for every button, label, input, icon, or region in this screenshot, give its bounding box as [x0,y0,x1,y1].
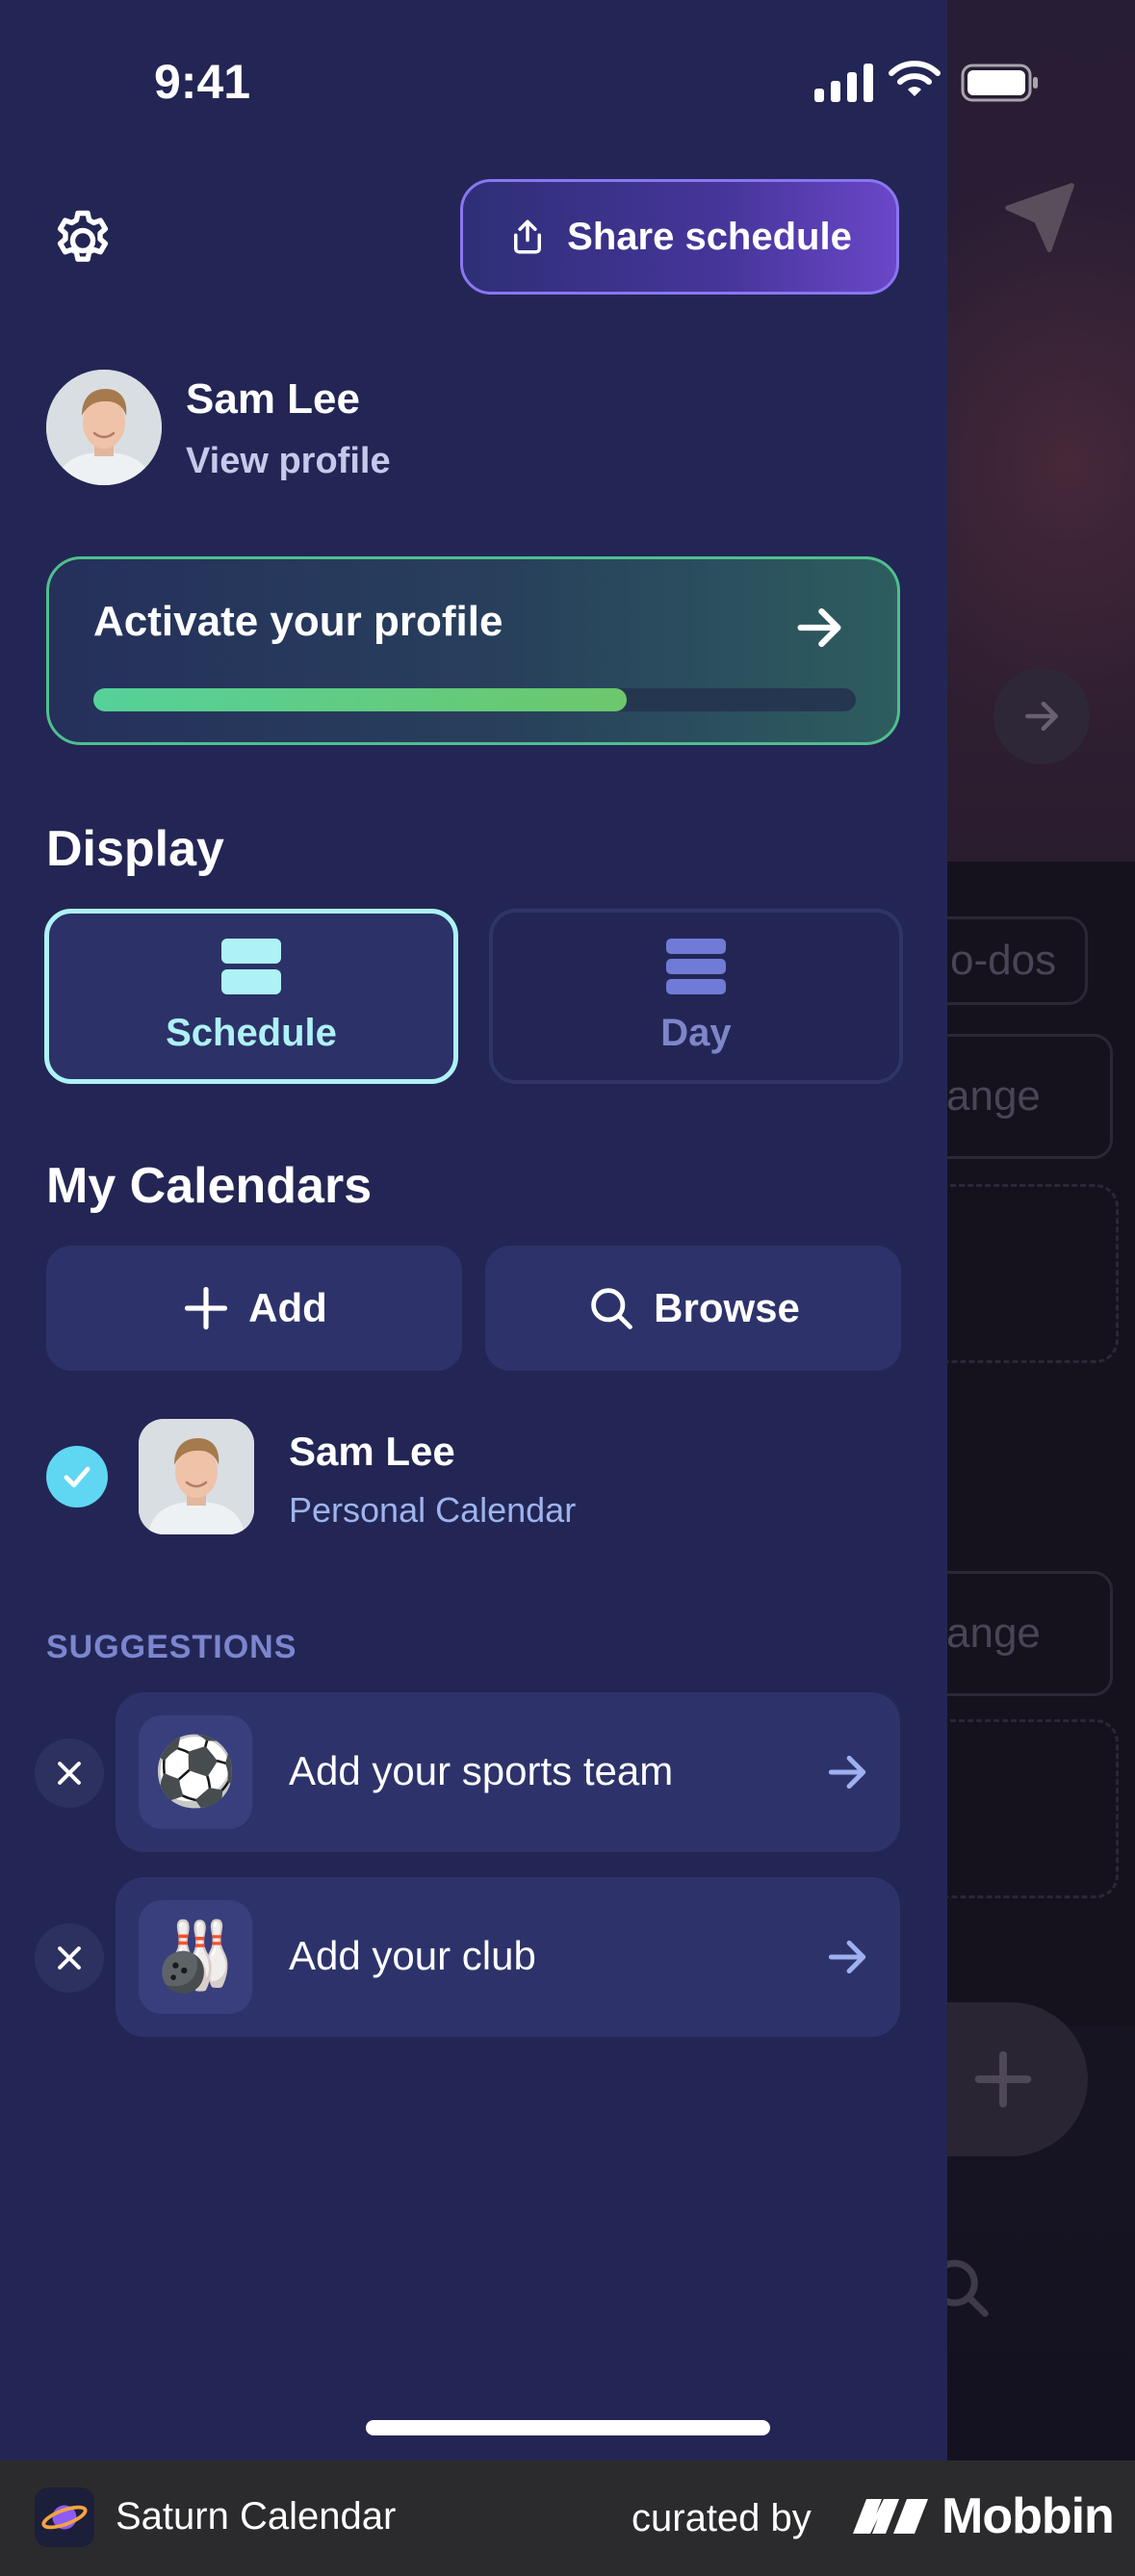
arrow-right-icon [828,1940,866,1974]
activate-profile-card[interactable]: Activate your profile [46,556,900,745]
status-bar: 9:41 [0,0,947,144]
my-calendars-title: My Calendars [46,1158,373,1214]
share-schedule-button[interactable]: Share schedule [460,179,899,295]
home-indicator[interactable] [366,2420,770,2435]
dismiss-suggestion-button[interactable] [35,1739,104,1808]
profile-avatar[interactable] [46,370,162,485]
attribution-bar: Saturn Calendar curated by Mobbin [0,2460,1135,2576]
suggestion-label: Add your sports team [289,1748,674,1793]
schedule-view-icon [221,938,281,994]
calendar-name[interactable]: Sam Lee [289,1429,455,1475]
display-option-day[interactable]: Day [489,909,903,1084]
share-icon [514,219,542,254]
browse-calendars-button[interactable]: Browse [485,1246,901,1371]
bowling-icon: 🎳 [139,1900,252,2014]
search-icon [591,1288,633,1329]
suggestions-title: SUGGESTIONS [46,1629,297,1665]
add-calendar-label: Add [248,1285,327,1330]
dismiss-suggestion-button[interactable] [35,1923,104,1993]
suggestion-label: Add your club [289,1933,536,1978]
calendar-avatar [139,1419,254,1534]
person-photo [46,370,162,485]
profile-name: Sam Lee [186,375,360,423]
background-change-text: ange [946,1610,1041,1657]
background-chip-text: o-dos [950,937,1057,984]
arrow-right-icon [797,607,841,648]
side-drawer: 9:41 Share schedule Sam Lee View profile… [0,0,947,2460]
calendar-subtitle: Personal Calendar [289,1490,577,1530]
soccer-ball-icon: ⚽ [139,1715,252,1829]
share-schedule-label: Share schedule [567,215,852,258]
close-icon [58,1946,81,1970]
calendar-checkbox[interactable] [46,1446,108,1507]
day-view-icon [666,938,726,994]
status-time: 9:41 [154,55,251,109]
display-section-title: Display [46,821,224,877]
cellular-signal-icon [814,62,873,102]
person-photo [139,1419,254,1534]
suggestion-sports-team[interactable]: ⚽ Add your sports team [116,1692,900,1852]
app-name: Saturn Calendar [116,2495,397,2537]
add-calendar-button[interactable]: Add [46,1246,462,1371]
display-option-label: Schedule [166,1011,337,1054]
planet-icon [41,2505,88,2530]
view-profile-link[interactable]: View profile [186,441,391,482]
browse-calendars-label: Browse [654,1285,800,1330]
mobbin-brand: Mobbin [942,2488,1115,2544]
display-option-schedule[interactable]: Schedule [44,909,458,1084]
activation-progress-fill [93,688,628,711]
settings-gear-icon[interactable] [48,206,117,275]
suggestion-club[interactable]: 🎳 Add your club [116,1877,900,2037]
wifi-icon [889,61,941,96]
mobbin-logo-icon [853,2499,928,2534]
plus-icon [974,2050,1032,2108]
activate-profile-title: Activate your profile [93,598,503,645]
arrow-right-icon [1025,701,1058,732]
send-icon [1005,183,1074,252]
background-change-text: ange [946,1072,1041,1120]
plus-icon [185,1286,228,1330]
display-option-label: Day [660,1011,732,1054]
curated-by-label: curated by [632,2497,812,2539]
checkmark-icon [64,1466,90,1488]
activation-progress-bar [93,688,856,711]
close-icon [58,1762,81,1785]
background-arrow-button [993,668,1090,764]
battery-icon [961,64,1038,102]
arrow-right-icon [828,1755,866,1790]
saturn-app-icon [35,2487,94,2547]
